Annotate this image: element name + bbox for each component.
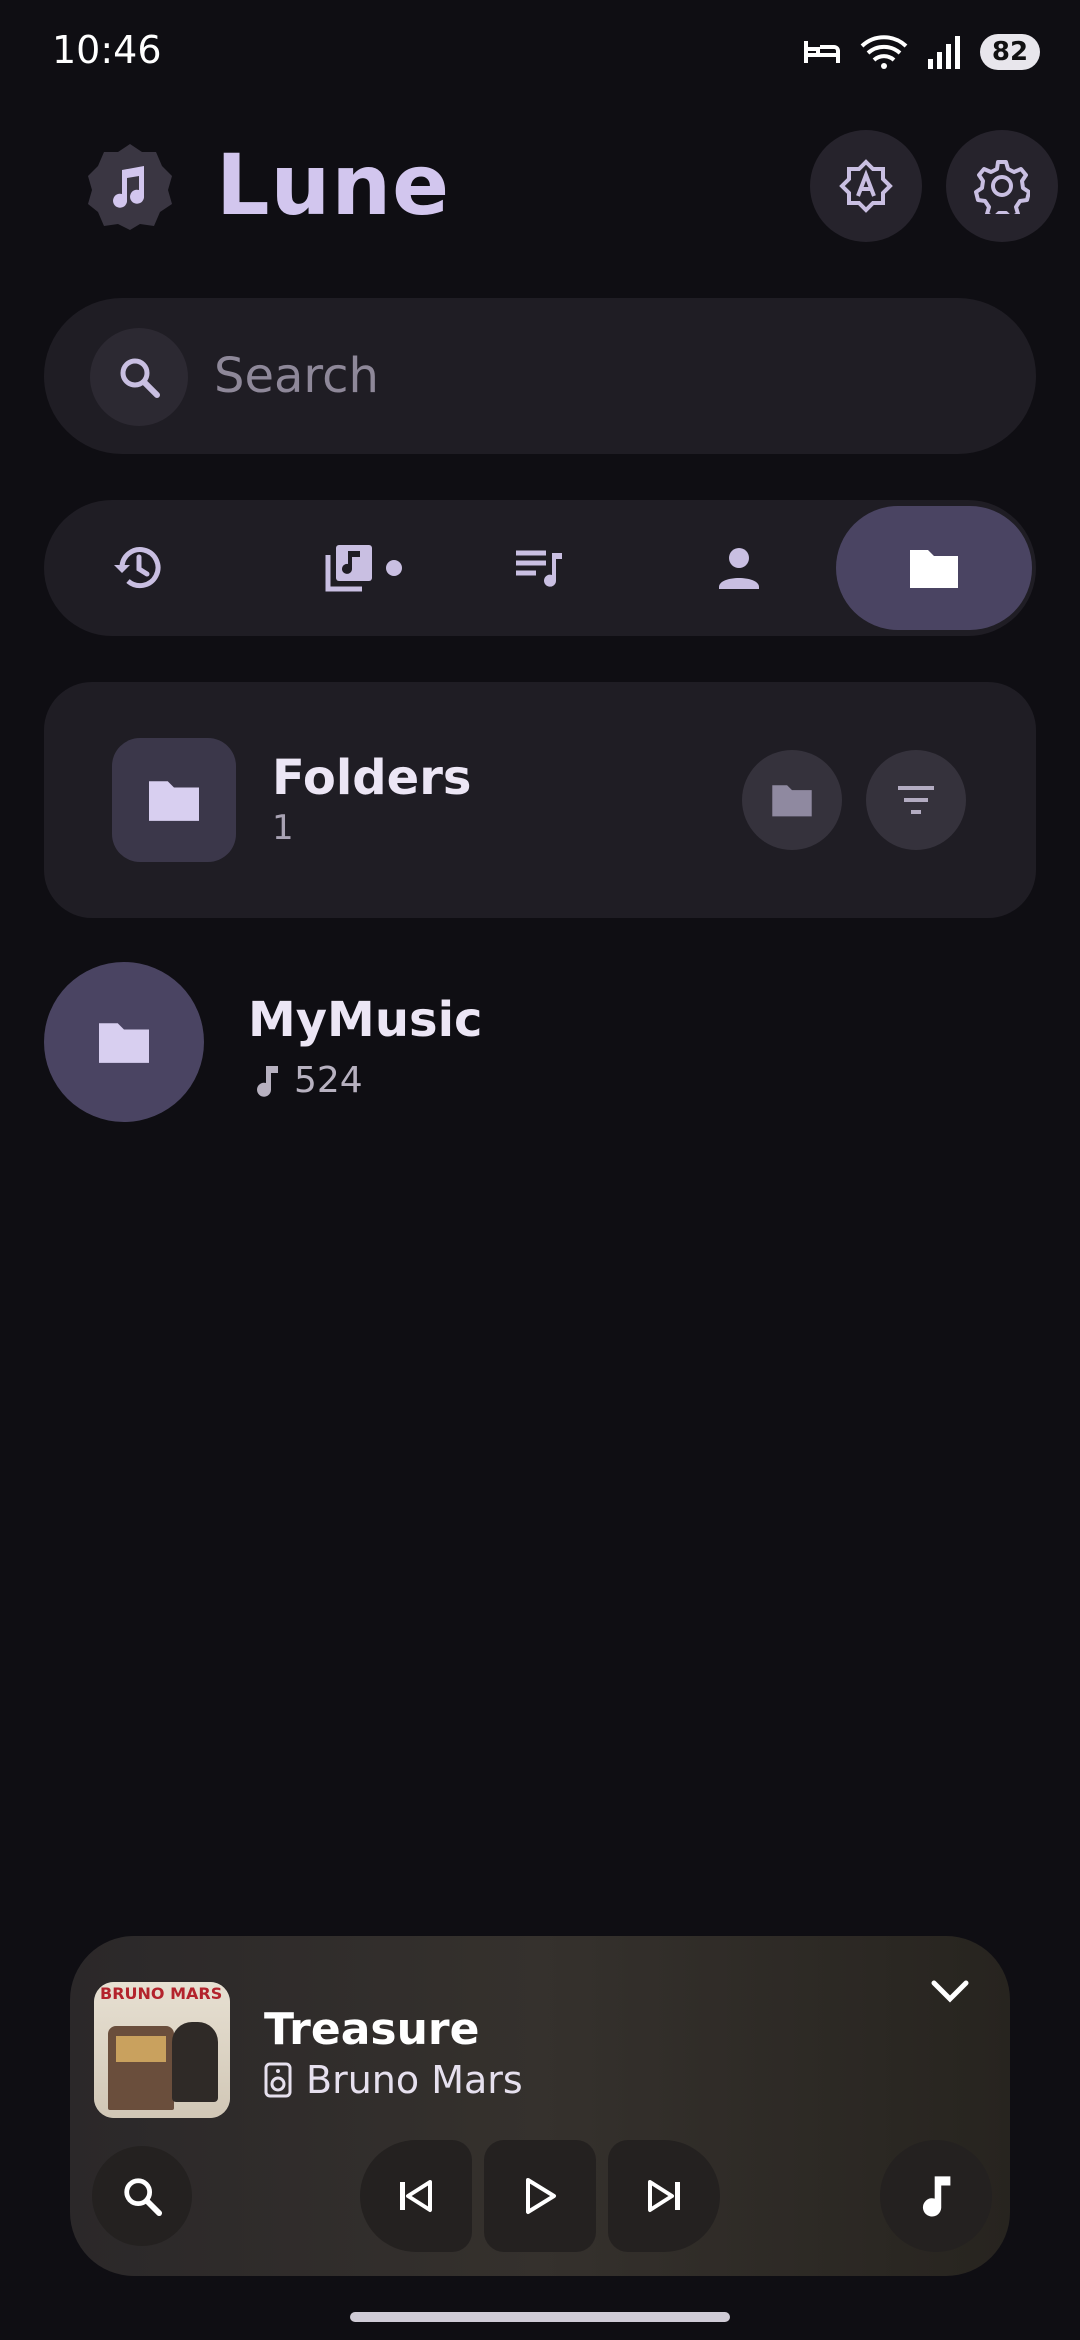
gear-icon [974,160,1030,214]
artist-name: Bruno Mars [306,2058,523,2102]
skip-next-icon [648,2180,680,2212]
album-library-icon [325,545,372,592]
folder-view-button[interactable] [742,750,842,850]
folders-count: 1 [272,808,294,848]
track-title: Treasure [264,2004,480,2055]
folders-title: Folders [272,750,472,806]
history-icon [114,547,161,589]
list-item[interactable]: MyMusic 524 [44,962,1036,1122]
album-art: BRUNO MARS [94,1982,230,2118]
home-indicator[interactable] [350,2312,730,2322]
search-icon [124,2178,163,2217]
player-search-button[interactable] [92,2146,192,2246]
status-time: 10:46 [52,28,162,72]
theme-auto-icon [839,159,893,213]
previous-button[interactable] [360,2140,472,2252]
status-bar: 10:46 82 [0,0,1080,100]
mini-player[interactable]: BRUNO MARS Treasure Bruno Mars [70,1936,1010,2276]
theme-button[interactable] [810,130,922,242]
music-note-icon [257,1065,278,1097]
sort-button[interactable] [866,750,966,850]
folder-meta: 524 [254,1060,363,1101]
person-icon [719,548,759,589]
folder-icon [149,781,199,821]
album-art-text: BRUNO MARS [100,1984,223,2003]
folder-icon [99,1023,149,1063]
signal-icon [928,36,960,69]
bed-icon [804,41,840,63]
status-icons: 82 [802,32,1040,72]
search-bar[interactable]: Search [44,298,1036,454]
chevron-down-icon [931,1980,969,2003]
folder-icon [772,785,812,817]
folders-card: Folders 1 [44,682,1036,918]
settings-button[interactable] [946,130,1058,242]
next-button[interactable] [608,2140,720,2252]
search-icon [120,358,160,398]
play-icon [526,2178,556,2214]
search-button[interactable] [90,328,188,426]
tab-artists[interactable] [664,500,814,636]
update-dot [386,560,402,576]
app-title: Lune [216,136,451,234]
speaker-icon [264,2062,292,2098]
search-input[interactable]: Search [214,348,379,404]
now-playing-button[interactable] [880,2140,992,2252]
play-button[interactable] [484,2140,596,2252]
folder-avatar [44,962,204,1122]
folder-name: MyMusic [248,992,483,1048]
track-count: 524 [294,1060,363,1101]
skip-previous-icon [400,2180,432,2212]
tab-albums[interactable] [274,500,424,636]
folder-icon [910,550,958,588]
tab-bar [44,500,1036,636]
folders-tile [112,738,236,862]
tab-recent[interactable] [64,500,214,636]
playlist-icon [516,550,562,587]
music-note-icon [922,2176,951,2217]
filter-icon [898,786,934,814]
tab-folders[interactable] [836,506,1032,630]
wifi-icon [860,35,908,69]
music-note-icon [88,144,172,230]
tab-playlists[interactable] [464,500,614,636]
app-logo [84,140,176,232]
collapse-button[interactable] [914,1956,986,2028]
battery-indicator: 82 [980,34,1040,70]
track-artist: Bruno Mars [264,2058,523,2102]
